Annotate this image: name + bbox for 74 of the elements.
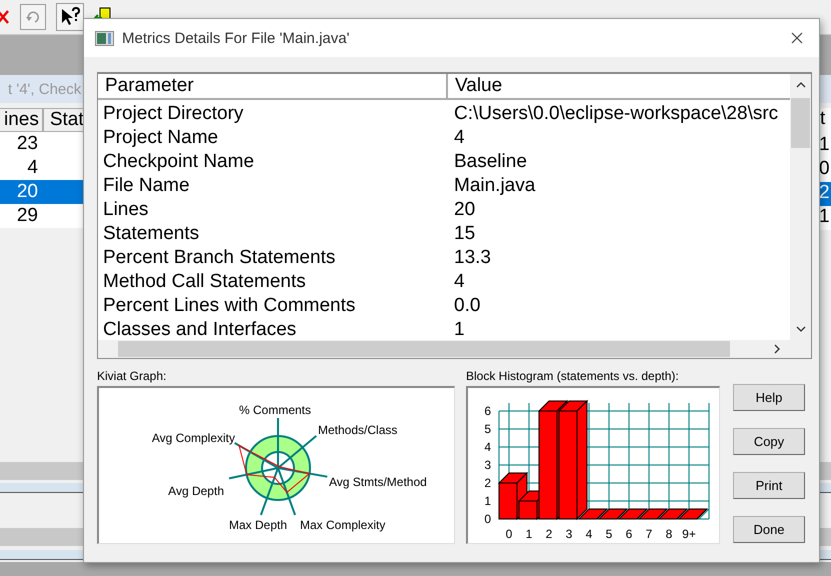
- table-row[interactable]: 29: [0, 204, 48, 228]
- tick-label: 7: [646, 527, 652, 541]
- table-cell-text: 0: [818, 158, 831, 181]
- table-row[interactable]: 23: [0, 132, 48, 156]
- axis-label: Avg Stmts/Method: [329, 475, 427, 489]
- table-cell-text: Checkpoint Name: [102, 151, 256, 173]
- axis-label: Max Complexity: [300, 518, 386, 532]
- table-cell-text: 1: [818, 134, 831, 157]
- table-cell-text: 1: [453, 319, 466, 340]
- chevron-right-icon[interactable]: [774, 344, 780, 354]
- tick-label: 0: [506, 527, 512, 541]
- tick-label: 2: [484, 476, 491, 490]
- table-cell-text: Baseline: [453, 151, 528, 173]
- table-row[interactable]: 4: [0, 156, 48, 180]
- table-cell-text: 4: [453, 271, 466, 293]
- graph-label: Kiviat Graph:: [97, 369, 168, 385]
- column-header[interactable]: t: [818, 108, 831, 134]
- dialog-button[interactable]: Copy: [733, 428, 805, 455]
- window-title: Metrics Details For File 'Main.java': [122, 30, 350, 46]
- table-cell-text: Percent Lines with Comments: [102, 295, 356, 317]
- table-cell-text: 0.0: [453, 295, 482, 317]
- tick-label: 4: [484, 440, 491, 454]
- table-cell-text: Lines: [102, 199, 150, 221]
- tick-label: 6: [626, 527, 632, 541]
- table-cell-text: Statements: [102, 223, 200, 245]
- column-header[interactable]: Parameter: [98, 74, 448, 100]
- tick-label: 3: [484, 458, 491, 472]
- horizontal-scrollbar[interactable]: [98, 340, 811, 358]
- dialog-button[interactable]: Print: [733, 472, 805, 499]
- tick-label: 3: [566, 527, 572, 541]
- tick-label: 8: [666, 527, 672, 541]
- table-cell-text: Percent Branch Statements: [102, 247, 336, 269]
- graph-label: Block Histogram (statements vs. depth):: [466, 369, 680, 385]
- table-cell-text: 20: [453, 199, 476, 221]
- table-cell-text: 15: [453, 223, 476, 245]
- help-pointer-icon[interactable]: [56, 3, 84, 31]
- tick-label: 4: [586, 527, 592, 541]
- scroll-thumb[interactable]: [118, 341, 730, 357]
- tick-label: 0: [484, 512, 491, 526]
- chevron-down-icon[interactable]: [796, 326, 806, 332]
- tick-label: 1: [526, 527, 532, 541]
- table-cell-text: Project Directory: [102, 103, 244, 125]
- column-header[interactable]: Value: [448, 74, 790, 100]
- scroll-thumb[interactable]: [791, 98, 810, 148]
- tick-label: 5: [484, 422, 491, 436]
- table-cell-text: C:\Users\0.0\eclipse-workspace\28\src: [453, 103, 780, 125]
- axis-label: Methods/Class: [318, 423, 398, 437]
- column-header[interactable]: ines: [0, 108, 43, 132]
- table-cell-text: 1: [818, 206, 831, 229]
- tick-label: 9+: [682, 527, 696, 541]
- table-cell-text: Project Name: [102, 127, 220, 149]
- axis-label: Avg Depth: [168, 484, 224, 498]
- tick-label: 6: [484, 404, 491, 418]
- tick-label: 1: [484, 494, 491, 508]
- axis-label: Max Depth: [228, 518, 287, 532]
- window-icon: [95, 30, 114, 46]
- table-cell-text: File Name: [102, 175, 191, 197]
- vertical-scrollbar[interactable]: [790, 74, 811, 340]
- axis-label: Avg Complexity: [152, 431, 235, 445]
- undo-icon[interactable]: [20, 4, 46, 30]
- axis-label: % Comments: [239, 403, 312, 417]
- tick-label: 5: [606, 527, 612, 541]
- table-cell-text: 4: [453, 127, 466, 149]
- panel-title: t '4', Check: [8, 80, 82, 98]
- tick-label: 2: [546, 527, 552, 541]
- chevron-up-icon[interactable]: [796, 82, 806, 88]
- table-cell-text: 13.3: [453, 247, 492, 269]
- dialog-button[interactable]: Done: [733, 516, 805, 543]
- close-icon[interactable]: [791, 32, 803, 44]
- table-row[interactable]: 20: [0, 180, 83, 204]
- table-cell-text: Method Call Statements: [102, 271, 307, 293]
- table-cell-text: Classes and Interfaces: [102, 319, 298, 340]
- dialog-button[interactable]: Help: [733, 384, 805, 411]
- table-cell-text: Main.java: [453, 175, 536, 197]
